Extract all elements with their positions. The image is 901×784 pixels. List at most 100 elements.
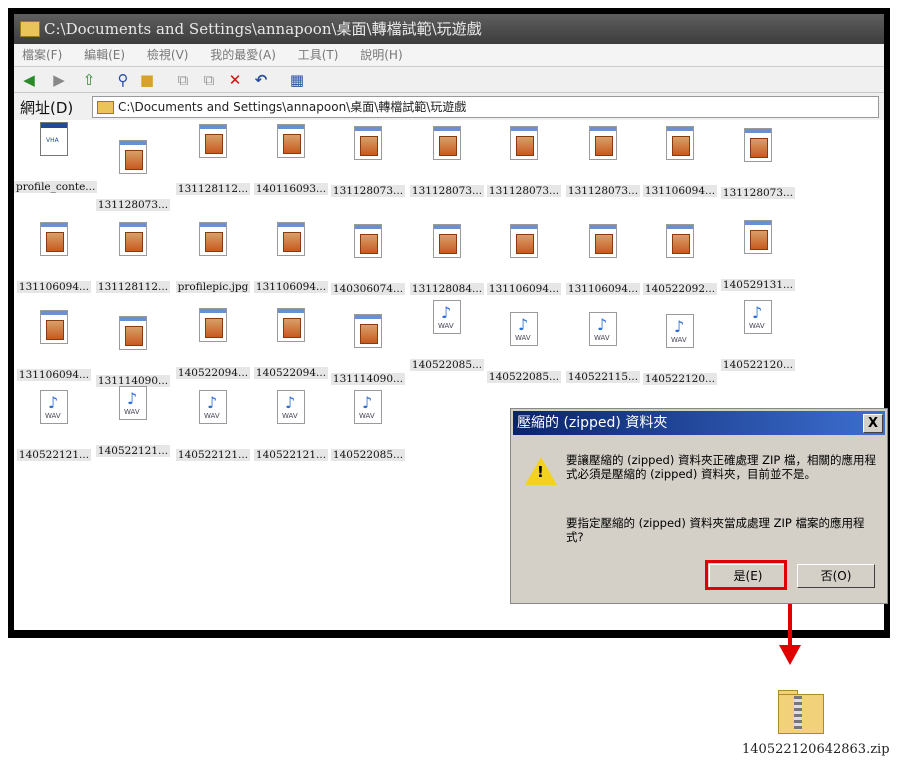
file-item[interactable]: 140522094... bbox=[173, 308, 253, 380]
copy-to-icon[interactable]: ⧉ bbox=[200, 71, 218, 89]
wav-file-icon: ♪ WAV bbox=[277, 390, 305, 424]
menu-help[interactable]: 說明(H) bbox=[360, 44, 402, 66]
file-name: 131128073... bbox=[409, 185, 485, 197]
file-name: 131128112... bbox=[95, 281, 171, 293]
menu-edit[interactable]: 編輯(E) bbox=[84, 44, 125, 66]
file-item[interactable]: 131128073... bbox=[407, 126, 487, 198]
image-file-icon bbox=[199, 124, 227, 158]
wav-file-icon: ♪ WAV bbox=[40, 390, 68, 424]
file-item[interactable]: 131106094... bbox=[251, 222, 331, 294]
file-item[interactable]: 131106094... bbox=[14, 222, 94, 294]
file-item[interactable]: ♪ WAV 140522121... bbox=[173, 390, 253, 462]
file-item[interactable]: ♪ WAV 140522120... bbox=[718, 300, 798, 372]
file-name: 140522120... bbox=[642, 373, 718, 385]
menu-view[interactable]: 檢視(V) bbox=[147, 44, 189, 66]
menu-file[interactable]: 檔案(F) bbox=[22, 44, 62, 66]
file-name: 131128073... bbox=[720, 187, 796, 199]
image-file-icon bbox=[510, 224, 538, 258]
dialog-message: 要讓壓縮的 (zipped) 資料夾正確處理 ZIP 檔，相關的應用程式必須是壓… bbox=[566, 453, 877, 481]
file-name: 140522115... bbox=[565, 371, 641, 383]
file-item[interactable]: ♪ WAV 140522085... bbox=[407, 300, 487, 372]
file-item[interactable]: 131128073... bbox=[484, 126, 564, 198]
menu-tools[interactable]: 工具(T) bbox=[298, 44, 339, 66]
views-icon[interactable]: ▦ bbox=[288, 71, 306, 89]
file-name: profilepic.jpg bbox=[175, 281, 251, 293]
file-item[interactable]: 131114090... bbox=[328, 314, 408, 386]
warning-icon: ! bbox=[525, 457, 557, 485]
wav-file-icon: ♪ WAV bbox=[433, 300, 461, 334]
html-file-icon bbox=[40, 122, 68, 156]
file-item[interactable]: ♪ WAV 140522115... bbox=[563, 312, 643, 384]
image-file-icon bbox=[119, 222, 147, 256]
file-item[interactable]: 140522094... bbox=[251, 308, 331, 380]
file-item[interactable]: 131106094... bbox=[563, 224, 643, 296]
file-name: 140522085... bbox=[486, 371, 562, 383]
file-item[interactable]: ♪ WAV 140522085... bbox=[328, 390, 408, 462]
file-name: 131128073... bbox=[486, 185, 562, 197]
file-item[interactable]: 131128073... bbox=[563, 126, 643, 198]
zip-folder-icon bbox=[774, 688, 824, 734]
image-file-icon bbox=[199, 308, 227, 342]
forward-icon[interactable]: ▶ bbox=[50, 71, 68, 89]
file-item[interactable]: 140116093... bbox=[251, 124, 331, 196]
image-file-icon bbox=[589, 126, 617, 160]
file-name: 140522121... bbox=[95, 445, 171, 457]
image-file-icon bbox=[510, 126, 538, 160]
arrow-head-icon bbox=[779, 645, 801, 665]
image-file-icon bbox=[666, 224, 694, 258]
file-item[interactable]: ♪ WAV 140522085... bbox=[484, 312, 564, 384]
file-item[interactable]: ♪ WAV 140522121... bbox=[251, 390, 331, 462]
image-file-icon bbox=[744, 220, 772, 254]
file-name: 131128073... bbox=[565, 185, 641, 197]
address-field[interactable]: C:\Documents and Settings\annapoon\桌面\轉檔… bbox=[92, 96, 879, 118]
folder-icon bbox=[97, 101, 114, 114]
file-item[interactable]: 131128112... bbox=[173, 124, 253, 196]
file-name: 131128084... bbox=[409, 283, 485, 295]
file-name: 140522094... bbox=[253, 367, 329, 379]
wav-file-icon: ♪ WAV bbox=[744, 300, 772, 334]
toolbar: ◀ ▶ ⇧ ⚲ ■ ⧉ ⧉ ✕ ↶ ▦ bbox=[14, 66, 884, 93]
file-item[interactable]: 131128073... bbox=[718, 128, 798, 200]
file-item[interactable]: 131128084... bbox=[407, 224, 487, 296]
image-file-icon bbox=[277, 124, 305, 158]
zip-file[interactable]: 140522120642863.zip bbox=[742, 688, 890, 757]
image-file-icon bbox=[40, 222, 68, 256]
file-item[interactable]: 140306074... bbox=[328, 224, 408, 296]
file-item[interactable]: ♪ WAV 140522120... bbox=[640, 314, 720, 386]
file-item[interactable]: 131114090... bbox=[93, 316, 173, 388]
file-item[interactable]: 131128112... bbox=[93, 222, 173, 294]
folders-icon[interactable]: ■ bbox=[138, 71, 156, 89]
file-item[interactable]: 131106094... bbox=[14, 310, 94, 382]
file-item[interactable]: ♪ WAV 140522121... bbox=[14, 390, 94, 462]
image-file-icon bbox=[119, 316, 147, 350]
window-title: C:\Documents and Settings\annapoon\桌面\轉檔… bbox=[44, 20, 482, 38]
wav-file-icon: ♪ WAV bbox=[510, 312, 538, 346]
file-item[interactable]: 131106094... bbox=[484, 224, 564, 296]
address-bar: 網址(D) C:\Documents and Settings\annapoon… bbox=[14, 92, 884, 121]
no-button[interactable]: 否(O) bbox=[797, 564, 875, 588]
image-file-icon bbox=[744, 128, 772, 162]
file-item[interactable]: 131128073... bbox=[93, 140, 173, 212]
close-icon[interactable]: X bbox=[863, 414, 883, 433]
delete-icon[interactable]: ✕ bbox=[226, 71, 244, 89]
wav-file-icon: ♪ WAV bbox=[199, 390, 227, 424]
folder-icon bbox=[20, 21, 40, 37]
file-name: 140522121... bbox=[175, 449, 251, 461]
file-item[interactable]: profile_conte... bbox=[14, 122, 98, 194]
file-item[interactable]: 131106094... bbox=[640, 126, 720, 198]
file-item[interactable]: profilepic.jpg bbox=[173, 222, 253, 294]
back-icon[interactable]: ◀ bbox=[20, 71, 38, 89]
file-item[interactable]: 140529131... bbox=[718, 220, 798, 292]
file-item[interactable]: ♪ WAV 140522121... bbox=[93, 386, 173, 458]
up-folder-icon[interactable]: ⇧ bbox=[80, 71, 98, 89]
search-icon[interactable]: ⚲ bbox=[114, 71, 132, 89]
menu-favorites[interactable]: 我的最愛(A) bbox=[210, 44, 276, 66]
image-file-icon bbox=[277, 308, 305, 342]
wav-file-icon: ♪ WAV bbox=[666, 314, 694, 348]
file-item[interactable]: 140522092... bbox=[640, 224, 720, 296]
zip-dialog: 壓縮的 (zipped) 資料夾 X ! 要讓壓縮的 (zipped) 資料夾正… bbox=[510, 408, 888, 604]
file-item[interactable]: 131128073... bbox=[328, 126, 408, 198]
file-name: 131128073... bbox=[95, 199, 171, 211]
undo-icon[interactable]: ↶ bbox=[252, 71, 270, 89]
move-to-icon[interactable]: ⧉ bbox=[174, 71, 192, 89]
